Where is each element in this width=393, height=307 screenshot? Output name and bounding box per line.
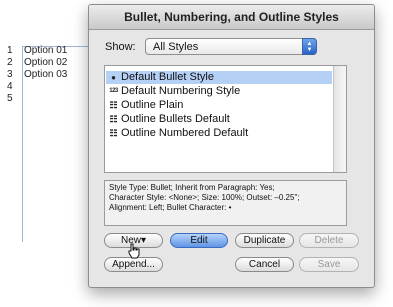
dialog-title: Bullet, Numbering, and Outline Styles	[89, 5, 374, 30]
document-line: 4	[7, 81, 13, 92]
list-item[interactable]: ☷ Outline Bullets Default	[106, 113, 332, 126]
show-select-value: All Styles	[153, 41, 199, 53]
chevron-down-icon: ▾	[140, 235, 147, 246]
style-info-box: Style Type: Bullet; Inherit from Paragra…	[104, 180, 347, 226]
select-arrows-icon: ▲ ▼	[302, 38, 317, 55]
edit-button[interactable]: Edit	[170, 233, 228, 248]
list-item[interactable]: ● Default Bullet Style	[106, 71, 332, 84]
outline-icon: ☷	[109, 114, 118, 124]
bullet-icon: ●	[111, 73, 116, 82]
show-select[interactable]: All Styles ▲ ▼	[145, 38, 317, 55]
cancel-button[interactable]: Cancel	[235, 257, 294, 272]
list-item[interactable]: ☷ Outline Plain	[106, 99, 332, 112]
hand-cursor-icon	[127, 243, 141, 261]
info-line: Alignment: Left; Bullet Character: •	[109, 203, 232, 212]
document-line: 2 Option 02	[7, 57, 68, 68]
outline-icon: ☷	[109, 100, 118, 110]
show-label: Show:	[105, 41, 136, 53]
styles-list[interactable]: ● Default Bullet Style 123 Default Numberi…	[104, 65, 347, 173]
document-line: 5	[7, 93, 13, 104]
list-item[interactable]: ☷ Outline Numbered Default	[106, 127, 332, 140]
delete-button[interactable]: Delete	[299, 233, 359, 248]
duplicate-button[interactable]: Duplicate	[235, 233, 294, 248]
save-button[interactable]: Save	[299, 257, 359, 272]
info-line: Style Type: Bullet; Inherit from Paragra…	[109, 183, 275, 192]
document-line: 3 Option 03	[7, 69, 68, 80]
document-list: 1 Option 01 2 Option 02 3 Option 03 4 5	[7, 45, 67, 105]
numbering-icon: 123	[109, 88, 118, 94]
outline-icon: ☷	[109, 128, 118, 138]
info-line: Character Style: <None>; Size: 100%; Out…	[109, 193, 300, 202]
document-line: 1 Option 01	[7, 45, 68, 56]
list-item[interactable]: 123 Default Numbering Style	[106, 85, 332, 98]
list-scrollbar[interactable]	[333, 66, 346, 172]
